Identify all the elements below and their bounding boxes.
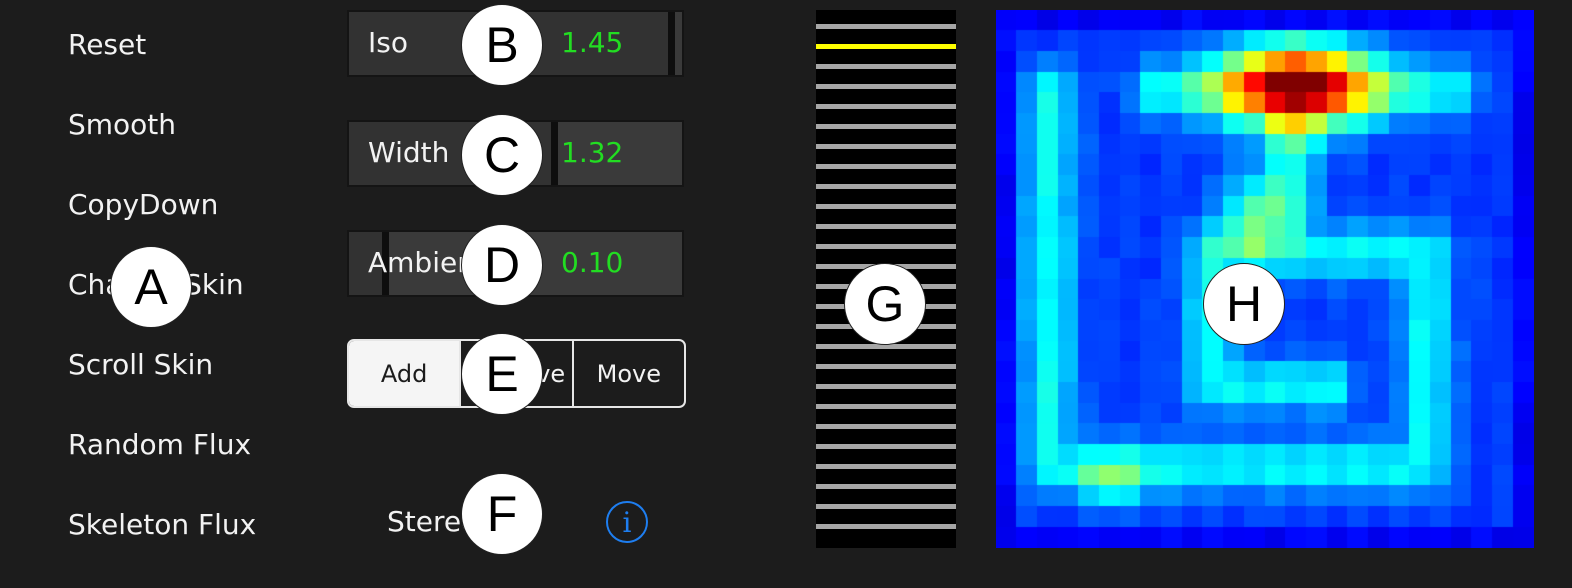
callout-f: F — [461, 473, 543, 555]
slider-value: 0.10 — [561, 246, 624, 279]
list-line[interactable] — [816, 364, 956, 369]
list-line[interactable] — [816, 384, 956, 389]
callout-b: B — [461, 4, 543, 86]
list-line[interactable] — [816, 64, 956, 69]
list-line[interactable] — [816, 24, 956, 29]
menu-random-flux[interactable]: Random Flux — [68, 428, 251, 462]
list-line[interactable] — [816, 44, 956, 49]
list-line[interactable] — [816, 404, 956, 409]
callout-e: E — [461, 333, 543, 415]
menu-skeleton-flux[interactable]: Skeleton Flux — [68, 508, 256, 542]
list-line[interactable] — [816, 104, 956, 109]
slider-label: Width — [368, 136, 450, 169]
segment-move[interactable]: Move — [571, 341, 684, 406]
callout-d: D — [461, 224, 543, 306]
list-line[interactable] — [816, 424, 956, 429]
list-line[interactable] — [816, 224, 956, 229]
list-line[interactable] — [816, 124, 956, 129]
list-line[interactable] — [816, 184, 956, 189]
list-line[interactable] — [816, 484, 956, 489]
list-line[interactable] — [816, 504, 956, 509]
callout-a: A — [110, 246, 192, 328]
slider-value: 1.32 — [561, 136, 624, 169]
callout-g: G — [844, 263, 926, 345]
slider-value: 1.45 — [561, 26, 624, 59]
callout-h: H — [1203, 263, 1285, 345]
list-line[interactable] — [816, 84, 956, 89]
menu-smooth[interactable]: Smooth — [68, 108, 176, 142]
list-line[interactable] — [816, 444, 956, 449]
list-line[interactable] — [816, 204, 956, 209]
slider-label: Iso — [368, 26, 408, 59]
menu-scroll-skin[interactable]: Scroll Skin — [68, 348, 213, 382]
slider-thumb[interactable] — [668, 12, 675, 75]
menu-reset[interactable]: Reset — [68, 28, 146, 62]
list-line[interactable] — [816, 164, 956, 169]
menu-copydown[interactable]: CopyDown — [68, 188, 218, 222]
list-line[interactable] — [816, 244, 956, 249]
list-line[interactable] — [816, 144, 956, 149]
callout-c: C — [461, 114, 543, 196]
list-line[interactable] — [816, 464, 956, 469]
segment-add[interactable]: Add — [349, 341, 460, 406]
info-icon[interactable]: i — [606, 501, 648, 543]
slider-thumb[interactable] — [551, 122, 558, 185]
list-line[interactable] — [816, 524, 956, 529]
